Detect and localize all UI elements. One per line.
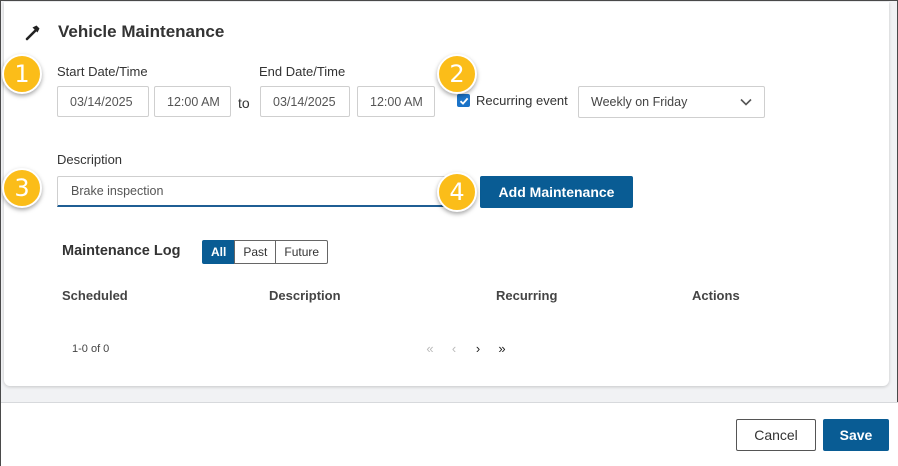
start-date-input[interactable]: 03/14/2025 — [57, 86, 149, 117]
check-icon — [459, 97, 468, 105]
column-scheduled: Scheduled — [62, 288, 128, 303]
filter-all[interactable]: All — [202, 240, 236, 264]
last-page-button[interactable]: » — [490, 341, 514, 356]
start-datetime-label: Start Date/Time — [57, 64, 148, 79]
column-recurring: Recurring — [496, 288, 558, 303]
to-separator: to — [238, 95, 250, 111]
callout-badge-1: 1 — [2, 54, 42, 94]
pagination-count: 1-0 of 0 — [72, 343, 110, 355]
add-maintenance-button[interactable]: Add Maintenance — [480, 176, 633, 208]
first-page-button[interactable]: « — [418, 341, 442, 356]
end-date-input[interactable]: 03/14/2025 — [260, 86, 350, 117]
recurring-label: Recurring event — [476, 93, 568, 108]
column-description: Description — [269, 288, 341, 303]
maintenance-log-title: Maintenance Log — [62, 243, 181, 259]
callout-badge-2: 2 — [437, 54, 477, 94]
dialog-footer: Cancel Save — [1, 403, 898, 466]
description-input[interactable]: Brake inspection — [57, 176, 449, 207]
recurring-checkbox-group[interactable]: Recurring event — [457, 93, 568, 108]
column-actions: Actions — [692, 288, 740, 303]
callout-badge-3: 3 — [2, 168, 42, 208]
dialog-title: Vehicle Maintenance — [58, 22, 225, 41]
description-label: Description — [57, 152, 123, 167]
header: Vehicle Maintenance — [24, 22, 224, 42]
end-time-input[interactable]: 12:00 AM — [357, 86, 435, 117]
next-page-button[interactable]: › — [466, 341, 490, 356]
hammer-icon — [25, 25, 40, 41]
pagination: « ‹ › » — [418, 341, 514, 356]
save-button[interactable]: Save — [823, 419, 889, 451]
callout-badge-4: 4 — [437, 172, 477, 212]
prev-page-button[interactable]: ‹ — [442, 341, 466, 356]
end-datetime-label: End Date/Time — [259, 64, 346, 79]
cancel-button[interactable]: Cancel — [736, 419, 816, 451]
recurrence-selected-value: Weekly on Friday — [591, 95, 688, 109]
chevron-down-icon — [740, 98, 752, 106]
filter-future[interactable]: Future — [275, 240, 329, 264]
start-time-input[interactable]: 12:00 AM — [154, 86, 231, 117]
log-filter-group: All Past Future — [202, 240, 329, 264]
filter-past[interactable]: Past — [234, 240, 277, 264]
recurrence-select[interactable]: Weekly on Friday — [578, 86, 765, 118]
recurring-checkbox[interactable] — [457, 94, 470, 107]
